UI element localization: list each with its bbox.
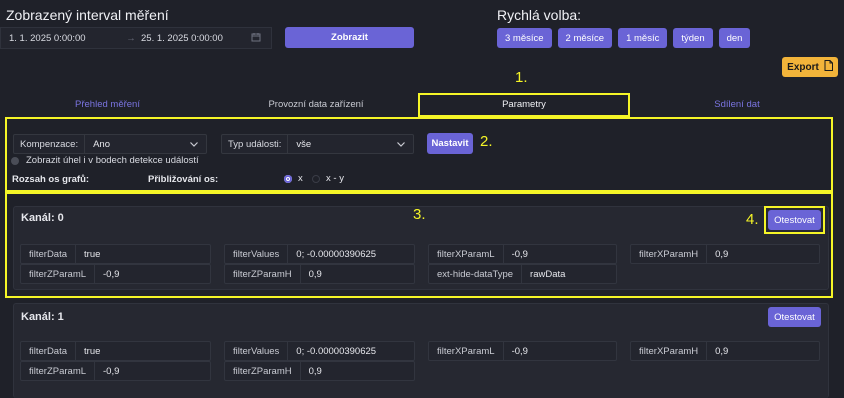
param-key: filterData: [21, 245, 77, 263]
param-value: 0; -0.00000390625: [296, 248, 377, 260]
annotation-2: 2.: [480, 133, 493, 150]
chevron-down-icon: [397, 139, 405, 150]
param-field: filterData true: [20, 341, 211, 361]
quick-select-title: Rychlá volba:: [497, 7, 582, 23]
quick-2-months-button[interactable]: 2 měsíce: [557, 28, 613, 48]
show-angle-label: Zobrazit úhel i v bodech detekce událost…: [26, 155, 199, 166]
quick-1-month-button[interactable]: 1 měsíc: [618, 28, 668, 48]
param-key: filterZParamH: [225, 362, 301, 380]
date-range-input[interactable]: 1. 1. 2025 0:00:00 → 25. 1. 2025 0:00:00: [0, 27, 272, 49]
radio-unselected-icon[interactable]: [312, 174, 320, 183]
param-value: -0,9: [103, 268, 120, 280]
param-field: filterZParamH 0,9: [224, 361, 415, 381]
event-type-label: Typ události:: [222, 135, 289, 153]
param-field: ext-hide-dataType rawData: [428, 264, 617, 284]
param-key: filterXParamL: [429, 342, 504, 360]
tab-parameters[interactable]: Parametry: [418, 93, 630, 117]
param-field: filterZParamL -0,9: [20, 361, 211, 381]
test-button[interactable]: Otestovat: [768, 307, 821, 327]
quick-3-months-button[interactable]: 3 měsíce: [497, 28, 552, 48]
quick-select-group: 3 měsíce 2 měsíce 1 měsíc týden den: [497, 28, 751, 48]
param-value: -0,9: [511, 248, 528, 260]
interval-title: Zobrazený interval měření: [6, 7, 169, 23]
channel-title: Kanál: 1: [21, 311, 64, 323]
param-key: filterData: [21, 342, 77, 360]
compensation-select[interactable]: Kompenzace: Ano: [13, 134, 207, 154]
param-key: filterValues: [225, 342, 289, 360]
date-to-value[interactable]: 25. 1. 2025 0:00:00: [141, 33, 251, 44]
param-value: -0,9: [511, 345, 528, 357]
zoom-option-xy[interactable]: x - y: [312, 173, 344, 184]
param-value: 0,9: [715, 248, 729, 260]
annotation-3: 3.: [413, 206, 426, 223]
quick-week-button[interactable]: týden: [673, 28, 713, 48]
axis-range-label: Rozsah os grafů:: [12, 174, 90, 185]
param-key: filterZParamL: [21, 362, 96, 380]
param-key: filterXParamL: [429, 245, 504, 263]
export-button[interactable]: Export: [782, 57, 838, 77]
tab-overview[interactable]: Přehled měření: [0, 95, 215, 115]
channel-title: Kanál: 0: [21, 212, 64, 224]
param-value: 0,9: [308, 268, 322, 280]
param-field: filterXParamH 0,9: [630, 341, 820, 361]
radio-selected-icon[interactable]: [284, 174, 292, 183]
param-key: filterXParamH: [631, 342, 708, 360]
calendar-icon[interactable]: [251, 32, 261, 45]
param-field: filterZParamL -0,9: [20, 264, 211, 284]
event-type-value: vše: [296, 138, 312, 150]
param-value: 0,9: [308, 365, 322, 377]
zoom-option-x-label: x: [298, 173, 303, 184]
annotation-4: 4.: [746, 211, 759, 228]
param-field: filterXParamL -0,9: [428, 244, 617, 264]
param-value: -0,9: [103, 365, 120, 377]
quick-day-button[interactable]: den: [718, 28, 751, 48]
param-field: filterValues 0; -0.00000390625: [224, 341, 415, 361]
param-key: filterZParamL: [21, 265, 96, 283]
show-angle-toggle[interactable]: Zobrazit úhel i v bodech detekce událost…: [11, 155, 199, 166]
param-field: filterValues 0; -0.00000390625: [224, 244, 415, 264]
param-key: filterValues: [225, 245, 289, 263]
param-value: 0; -0.00000390625: [296, 345, 377, 357]
document-icon: [824, 60, 833, 74]
tab-device-data[interactable]: Provozní data zařízení: [215, 95, 417, 115]
arrow-right-icon: →: [126, 32, 136, 44]
param-field: filterXParamH 0,9: [630, 244, 820, 264]
event-type-select[interactable]: Typ události: vše: [221, 134, 414, 154]
param-field: filterZParamH 0,9: [224, 264, 415, 284]
compensation-label: Kompenzace:: [14, 135, 86, 153]
toggle-indicator[interactable]: [11, 156, 19, 165]
test-button[interactable]: Otestovat: [768, 210, 821, 230]
param-field: filterData true: [20, 244, 211, 264]
param-key: ext-hide-dataType: [429, 265, 523, 283]
param-key: filterZParamH: [225, 265, 301, 283]
compensation-value: Ano: [93, 138, 110, 150]
param-value: true: [84, 248, 101, 260]
tab-data-sharing[interactable]: Sdílení dat: [630, 95, 844, 115]
param-value: 0,9: [715, 345, 729, 357]
export-label: Export: [787, 61, 819, 73]
annotation-1: 1.: [515, 69, 528, 86]
show-button[interactable]: Zobrazit: [285, 27, 414, 48]
date-from-value[interactable]: 1. 1. 2025 0:00:00: [1, 33, 121, 44]
param-value: true: [84, 345, 101, 357]
chevron-down-icon: [190, 139, 198, 150]
zoom-option-xy-label: x - y: [326, 173, 344, 184]
param-field: filterXParamL -0,9: [428, 341, 617, 361]
param-key: filterXParamH: [631, 245, 708, 263]
zoom-option-x[interactable]: x: [284, 173, 303, 184]
axis-zoom-label: Přibližování os:: [148, 174, 219, 185]
param-value: rawData: [530, 268, 566, 280]
set-button[interactable]: Nastavit: [427, 133, 473, 154]
